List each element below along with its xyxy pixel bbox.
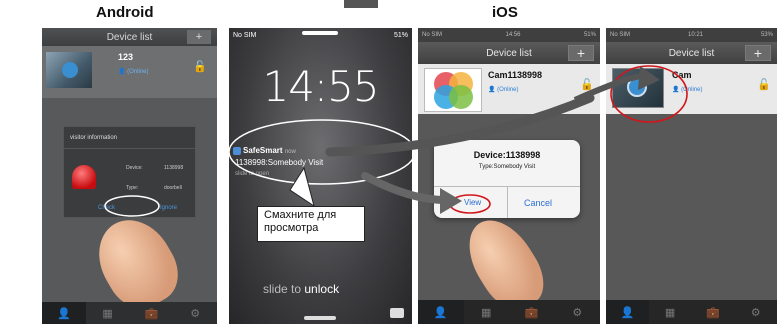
callout-line-2: просмотра [264,222,319,234]
arrow-to-view-head [440,188,462,214]
arrow-to-device-list-head [638,66,660,90]
android-check-highlight [104,195,160,217]
callout-pointer [289,166,315,208]
arrow-to-device-list-tail [573,73,641,103]
swipe-instruction-callout: Смахните для просмотра [257,206,365,242]
callout-line-1: Смахните для [264,209,337,221]
annotation-overlay [104,65,688,217]
arrow-to-view [361,172,449,204]
